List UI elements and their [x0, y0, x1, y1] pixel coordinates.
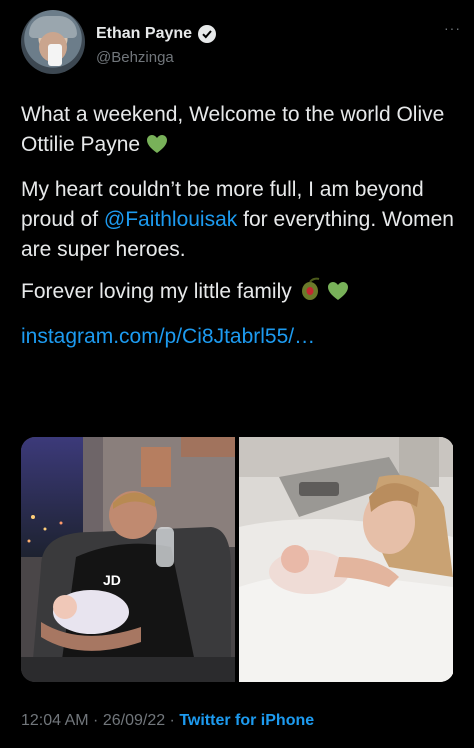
photo-father-holding-newborn[interactable]: JD [21, 437, 235, 682]
author-handle[interactable]: @Behzinga [96, 49, 174, 66]
instagram-link[interactable]: instagram.com/p/Ci8Jtabrl55/… [21, 325, 315, 348]
verified-badge-icon [198, 25, 217, 43]
author-name[interactable]: Ethan Payne [96, 25, 192, 43]
mention-link[interactable]: @Faithlouisak [104, 208, 237, 231]
tweet-time[interactable]: 12:04 AM [21, 712, 89, 729]
green-heart-icon [327, 280, 349, 310]
tweet-paragraph-2: My heart couldn’t be more full, I am bey… [21, 175, 461, 265]
tweet-source-link[interactable]: Twitter for iPhone [179, 712, 314, 729]
meta-separator: · [165, 712, 180, 729]
tweet-meta: 12:04 AM · 26/09/22 · Twitter for iPhone [21, 712, 314, 730]
photo-mother-with-newborn[interactable] [239, 437, 453, 682]
tweet-body: What a weekend, Welcome to the world Oli… [21, 100, 461, 364]
tweet-date[interactable]: 26/09/22 [103, 712, 165, 729]
author-name-row: Ethan Payne [96, 25, 217, 43]
tweet-paragraph-3: Forever loving my little family [21, 277, 461, 310]
tweet-paragraph-4: instagram.com/p/Ci8Jtabrl55/… [21, 322, 461, 352]
tweet-paragraph-1: What a weekend, Welcome to the world Oli… [21, 100, 461, 163]
tweet-header: Ethan Payne @Behzinga ··· [21, 10, 461, 76]
green-heart-icon [146, 133, 168, 163]
meta-separator: · [88, 712, 103, 729]
tweet-text-1: What a weekend, Welcome to the world Oli… [21, 103, 445, 156]
avatar[interactable] [21, 10, 85, 74]
olive-icon [298, 277, 322, 310]
svg-text:JD: JD [103, 572, 121, 588]
tweet-text-3: Forever loving my little family [21, 280, 292, 303]
more-options-icon[interactable]: ··· [444, 20, 461, 36]
media-grid: JD [21, 437, 454, 682]
